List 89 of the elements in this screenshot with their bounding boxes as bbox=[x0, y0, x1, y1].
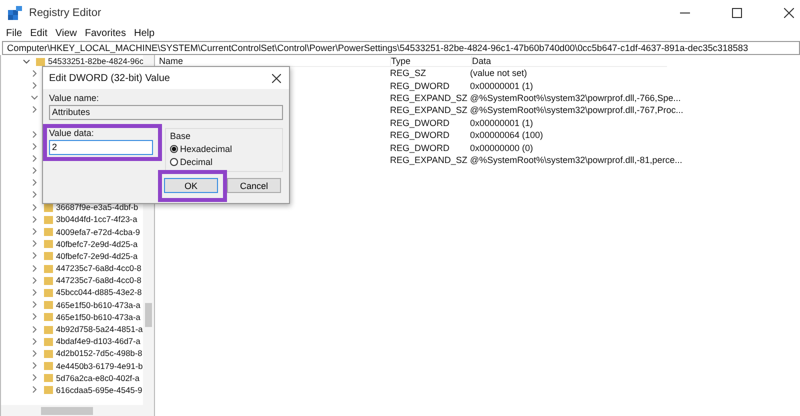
tree-item[interactable]: 465e1f50-b610-473a-a bbox=[56, 312, 140, 322]
column-header[interactable]: Name bbox=[155, 56, 390, 66]
dialog-title: Edit DWORD (32-bit) Value bbox=[49, 72, 170, 84]
chevron-down-icon[interactable] bbox=[23, 58, 30, 65]
chevron-right-icon[interactable] bbox=[31, 276, 38, 284]
radio-label[interactable]: Hexadecimal bbox=[180, 144, 232, 154]
close-icon[interactable] bbox=[784, 8, 794, 18]
tree-item[interactable]: 40fbefc7-2e9d-4d25-a bbox=[56, 250, 138, 261]
table-cell: @%SystemRoot%\system32\powrprof.dll,-81,perce... bbox=[470, 154, 682, 165]
tree-item[interactable]: 54533251-82be-4824-96c bbox=[48, 56, 144, 66]
tree-item[interactable]: 4e4450b3-6179-4e91-b bbox=[56, 360, 143, 371]
tree-item[interactable]: 447235c7-6a8d-4cc0-8 bbox=[56, 275, 142, 286]
table-cell-text: REG_EXPAND_SZ bbox=[390, 154, 468, 165]
group-label: Base bbox=[170, 131, 192, 141]
chevron-right-icon[interactable] bbox=[31, 70, 38, 77]
chevron-right-icon[interactable] bbox=[31, 240, 38, 248]
tree-item[interactable]: 4d2b0152-7d5c-498b-8 bbox=[56, 348, 142, 358]
chevron-right-icon[interactable] bbox=[31, 154, 38, 162]
table-cell: @%SystemRoot%\system32\powrprof.dll,-767,Proc... bbox=[470, 105, 684, 116]
tree-item[interactable]: 616cdaa5-695e-4545-9 bbox=[56, 384, 142, 395]
tree-item[interactable]: 5d76a2ca-e8c0-402f-a bbox=[56, 372, 140, 383]
table-cell: 0x00000001 (1) bbox=[470, 80, 534, 91]
chevron-right-icon[interactable] bbox=[31, 288, 38, 296]
table-cell-text: REG_DWORD bbox=[390, 130, 451, 140]
table-cell-text: REG_EXPAND_SZ bbox=[390, 92, 468, 103]
chevron-right-icon[interactable] bbox=[31, 142, 38, 150]
chevron-right-icon[interactable] bbox=[31, 130, 38, 138]
table-cell: @%SystemRoot%\system32\powrprof.dll,-766,Spe... bbox=[470, 92, 681, 103]
table-cell-text: REG_DWORD bbox=[390, 142, 451, 153]
chevron-right-icon[interactable] bbox=[31, 338, 38, 345]
address-field[interactable]: Computer\HKEY_LOCAL_MACHINE\SYSTEM\CurrentControlSet\Control\Power\PowerSettings\54533251-82be-4824-96c1-47b60b740d00\0cc5b647-c1df-4637-891a-dec35c318583 bbox=[2, 41, 800, 55]
table-cell-text: REG_DWORD bbox=[390, 80, 451, 91]
chevron-right-icon[interactable] bbox=[31, 216, 38, 223]
window-title: Registry Editor bbox=[29, 7, 102, 19]
chevron-right-icon[interactable] bbox=[31, 350, 38, 357]
chevron-right-icon[interactable] bbox=[31, 313, 38, 320]
menu-item[interactable]: File bbox=[6, 28, 22, 39]
tree-item[interactable]: 40fbefc7-2e9d-4d25-a bbox=[56, 238, 138, 249]
tree-item[interactable]: 465e1f50-b610-473a-a bbox=[56, 300, 140, 310]
chevron-right-icon[interactable] bbox=[31, 252, 38, 260]
chevron-right-icon[interactable] bbox=[31, 362, 38, 370]
chevron-right-icon[interactable] bbox=[31, 106, 38, 114]
column-header[interactable]: Data bbox=[471, 56, 492, 66]
field-label: Value name: bbox=[49, 93, 100, 103]
tree-item[interactable]: 36687f9e-e3a5-4dbf-b bbox=[56, 202, 138, 212]
table-cell-text: REG_EXPAND_SZ bbox=[390, 105, 468, 116]
chevron-right-icon[interactable] bbox=[31, 191, 38, 198]
horizontal-scrollbar[interactable] bbox=[1, 405, 154, 416]
table-cell-text: REG_DWORD bbox=[390, 118, 451, 128]
chevron-right-icon[interactable] bbox=[31, 228, 38, 236]
chevron-right-icon[interactable] bbox=[31, 374, 38, 382]
tree-item[interactable]: 447235c7-6a8d-4cc0-8 bbox=[56, 263, 142, 274]
ok-button[interactable]: OK bbox=[164, 178, 218, 193]
radio-label[interactable]: Decimal bbox=[180, 157, 213, 167]
table-cell-text: REG_SZ bbox=[390, 68, 428, 78]
maximize-icon[interactable] bbox=[732, 8, 742, 18]
cancel-button[interactable]: Cancel bbox=[227, 178, 281, 193]
chevron-down-icon[interactable] bbox=[31, 94, 38, 102]
chevron-right-icon[interactable] bbox=[31, 167, 38, 174]
value-data-field[interactable]: 2 bbox=[49, 140, 153, 155]
registry-app-icon bbox=[8, 6, 22, 20]
table-cell: (value not set) bbox=[470, 68, 528, 78]
chevron-right-icon[interactable] bbox=[31, 82, 38, 89]
tree-item[interactable]: 3b04d4fd-1cc7-4f23-a bbox=[56, 214, 138, 224]
tree-item[interactable]: 45bcc044-d885-43e2-8 bbox=[56, 287, 142, 298]
field-label: Value data: bbox=[49, 128, 95, 138]
close-icon[interactable] bbox=[272, 74, 281, 82]
chevron-right-icon[interactable] bbox=[31, 301, 38, 308]
folder-icon bbox=[36, 56, 45, 66]
column-header[interactable]: Type bbox=[390, 56, 471, 66]
menu-item[interactable]: Favorites bbox=[84, 28, 126, 39]
highlight-frame bbox=[158, 170, 227, 202]
radio-button[interactable] bbox=[170, 145, 178, 153]
tree-item[interactable]: 4bdaf4e9-d103-46d7-a bbox=[56, 336, 140, 346]
radio-button[interactable] bbox=[170, 158, 178, 166]
menu-item[interactable]: View bbox=[55, 28, 77, 39]
chevron-right-icon[interactable] bbox=[31, 326, 38, 333]
chevron-right-icon[interactable] bbox=[31, 204, 38, 211]
chevron-right-icon[interactable] bbox=[31, 264, 38, 272]
value-name-field[interactable]: Attributes bbox=[49, 105, 283, 120]
tree-item[interactable]: 4009efa7-e72d-4cba-9 bbox=[56, 226, 140, 237]
menu-item[interactable]: Edit bbox=[30, 28, 48, 39]
table-cell: 0x00000000 (0) bbox=[470, 142, 534, 153]
menu-item[interactable]: Help bbox=[134, 28, 155, 39]
tree-item[interactable]: 4b92d758-5a24-4851-a bbox=[56, 324, 143, 334]
table-cell: 0x00000001 (1) bbox=[470, 118, 534, 128]
table-cell: 0x00000064 (100) bbox=[470, 130, 544, 140]
chevron-right-icon[interactable] bbox=[31, 386, 38, 394]
chevron-right-icon[interactable] bbox=[31, 179, 38, 186]
